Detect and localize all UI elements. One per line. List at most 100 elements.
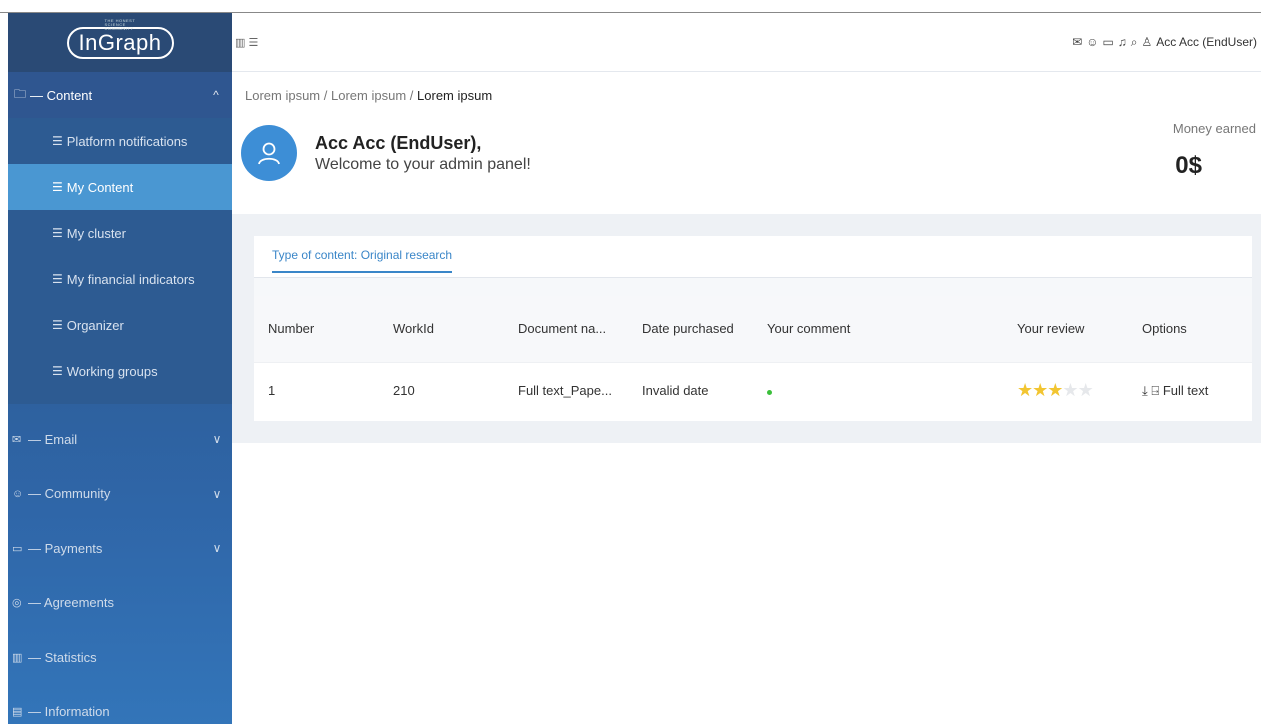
- logo-text: InGraph: [78, 29, 162, 55]
- sidebar-item-label: Platform notifications: [66, 133, 188, 149]
- cell-number: 1: [254, 361, 379, 419]
- user-name[interactable]: Acc Acc (EndUser): [1156, 35, 1257, 49]
- sidebar-item-platform-notifications[interactable]: ☰ Platform notifications: [8, 118, 232, 164]
- sidebar-item-label: Organizer: [66, 317, 124, 333]
- sidebar-item-my-content[interactable]: ☰ My Content: [8, 164, 232, 210]
- column-header-your-review[interactable]: Your review: [1003, 296, 1128, 362]
- chart-icon[interactable]: ▥: [235, 37, 245, 49]
- sidebar-item-label: — Payments: [28, 540, 103, 556]
- user-icon: [258, 142, 280, 165]
- sidebar-item-label: Working groups: [66, 363, 158, 379]
- welcome-block: Acc Acc (EndUser), Welcome to your admin…: [241, 125, 531, 181]
- cell-document-name[interactable]: Full text_Pape...: [504, 361, 628, 419]
- top-bar: ▥ ☰ ✉ ☺ ▭ ♫ ⌕ ♙ Acc Acc (EndUser): [232, 13, 1261, 72]
- sidebar-item-payments[interactable]: ▭ — Payments ∨: [8, 521, 232, 576]
- welcome-name: Acc Acc (EndUser),: [315, 132, 482, 153]
- sidebar-item-label: — Information: [28, 704, 110, 720]
- avatar[interactable]: [241, 125, 297, 181]
- payment-icon[interactable]: ▭: [1102, 35, 1113, 49]
- community-icon[interactable]: ☺: [1086, 35, 1098, 49]
- cell-comment[interactable]: [753, 361, 1003, 419]
- cell-date-purchased: Invalid date: [628, 361, 753, 419]
- menu-icon: ☰: [52, 134, 63, 148]
- chart-icon: ▥: [12, 651, 23, 664]
- mail-icon[interactable]: ✉: [1072, 35, 1082, 49]
- table-row: 1 210 Full text_Pape... Invalid date ★★★…: [254, 361, 1252, 419]
- logo-area[interactable]: THE HONEST SCIENCE COMMUNITY InGraph: [8, 13, 232, 72]
- menu-icon: ☰: [52, 180, 63, 194]
- column-header-your-comment[interactable]: Your comment: [753, 296, 1003, 362]
- sidebar-group-label: — Content: [30, 87, 93, 103]
- sidebar-item-community[interactable]: ☺ — Community ∨: [8, 467, 232, 522]
- star-icon[interactable]: ★: [1017, 380, 1033, 400]
- sidebar-item-label: — Community: [28, 486, 111, 502]
- sidebar-item-my-cluster[interactable]: ☰ My cluster: [8, 210, 232, 256]
- breadcrumb-separator: /: [323, 88, 328, 103]
- column-header-date-purchased[interactable]: Date purchased: [628, 296, 753, 362]
- chevron-down-icon: ∨: [212, 432, 222, 447]
- sidebar-item-label: My Content: [66, 179, 134, 195]
- star-icon[interactable]: ★: [1032, 380, 1048, 400]
- sidebar-item-label: — Statistics: [28, 649, 97, 665]
- menu-icon: ☰: [52, 364, 63, 378]
- money-earned-value: 0$: [1175, 152, 1202, 179]
- cell-options: ⤓ ⍈ Full text: [1128, 361, 1252, 419]
- star-icon[interactable]: ★: [1047, 380, 1063, 400]
- chevron-up-icon: ^: [213, 88, 219, 102]
- content-type-tabs: Type of content: Original research: [254, 236, 1252, 278]
- sidebar-item-information[interactable]: ▤ — Information: [8, 685, 232, 724]
- logo-tagline: THE HONEST SCIENCE COMMUNITY: [104, 17, 136, 31]
- comment-status-dot: [767, 390, 772, 396]
- file-icon: ⍈: [1151, 382, 1160, 398]
- full-text-link[interactable]: Full text: [1163, 383, 1209, 398]
- star-icon[interactable]: ★: [1062, 380, 1078, 400]
- column-header-document-name[interactable]: Document na...: [504, 296, 628, 362]
- welcome-message: Welcome to your admin panel!: [315, 155, 531, 173]
- table-header-row: Number WorkId Document na... Date purcha…: [254, 296, 1252, 362]
- sidebar-item-label: My financial indicators: [66, 271, 195, 287]
- star-rating[interactable]: ★★★★★: [1017, 380, 1094, 400]
- sidebar-item-statistics[interactable]: ▥ — Statistics: [8, 630, 232, 685]
- sidebar-item-email[interactable]: ✉ — Email ∨: [8, 412, 232, 467]
- content-card: Type of content: Original research Numbe…: [254, 236, 1252, 421]
- menu-icon: ☰: [52, 226, 63, 240]
- menu-icon: ☰: [52, 318, 63, 332]
- main-content: Lorem ipsum / Lorem ipsum / Lorem ipsum …: [232, 73, 1261, 724]
- breadcrumb: Lorem ipsum / Lorem ipsum / Lorem ipsum: [245, 88, 492, 103]
- content-submenu: ☰ Platform notifications ☰ My Content ☰ My …: [8, 118, 232, 404]
- community-icon: ☺: [12, 487, 24, 500]
- search-icon[interactable]: ⌕: [1131, 35, 1138, 50]
- column-header-workid[interactable]: WorkId: [379, 296, 504, 362]
- sidebar-item-organizer[interactable]: ☰ Organizer: [8, 302, 232, 348]
- sidebar-item-label: My cluster: [66, 225, 126, 241]
- folder-icon: 🗀: [14, 86, 27, 101]
- table-spacer: [254, 278, 1252, 296]
- check-circle-icon: ◎: [12, 597, 22, 610]
- sidebar-item-label: — Email: [28, 431, 78, 447]
- download-icon[interactable]: ⤓: [1142, 383, 1148, 398]
- star-icon[interactable]: ★: [1078, 380, 1094, 400]
- sidebar-item-agreements[interactable]: ◎ — Agreements: [8, 576, 232, 631]
- breadcrumb-item[interactable]: Lorem ipsum: [331, 88, 406, 103]
- document-icon: ▤: [12, 706, 23, 719]
- user-icon[interactable]: ♙: [1142, 35, 1153, 49]
- column-header-number[interactable]: Number: [254, 296, 379, 362]
- sidebar-item-working-groups[interactable]: ☰ Working groups: [8, 348, 232, 394]
- bell-icon[interactable]: ♫: [1118, 35, 1127, 49]
- breadcrumb-item[interactable]: Lorem ipsum: [245, 88, 320, 103]
- chevron-down-icon: ∨: [212, 541, 222, 556]
- chevron-down-icon: ∨: [212, 486, 222, 501]
- breadcrumb-current: Lorem ipsum: [417, 88, 493, 103]
- cell-workid: 210: [379, 361, 504, 419]
- topbar-right-icons: ✉ ☺ ▭ ♫ ⌕ ♙ Acc Acc (EndUser): [1072, 35, 1261, 50]
- money-earned: Money earned 0$: [1173, 121, 1256, 180]
- cell-review: ★★★★★: [1003, 361, 1128, 419]
- sidebar-group-content[interactable]: 🗀 — Content ^: [8, 72, 232, 118]
- logo[interactable]: THE HONEST SCIENCE COMMUNITY InGraph: [66, 18, 174, 59]
- tab-original-research[interactable]: Type of content: Original research: [272, 248, 453, 273]
- menu-toggle-icon[interactable]: ☰: [248, 37, 258, 49]
- column-header-options: Options: [1128, 296, 1252, 362]
- money-earned-label: Money earned: [1172, 121, 1256, 136]
- sidebar-item-my-financial-indicators[interactable]: ☰ My financial indicators: [8, 256, 232, 302]
